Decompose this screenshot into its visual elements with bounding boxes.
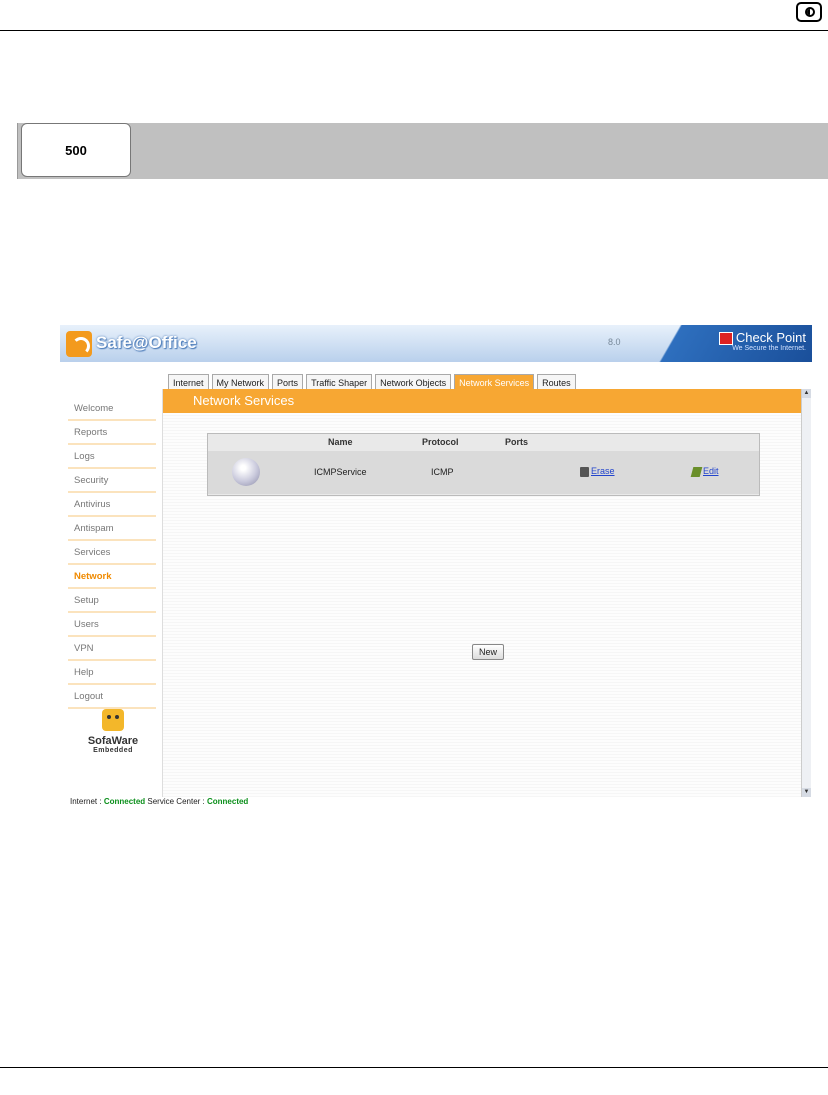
sidebar-item-network[interactable]: Network: [68, 567, 156, 589]
status-bar: Internet : Connected Service Center : Co…: [70, 797, 248, 806]
column-header-protocol: Protocol: [422, 437, 459, 447]
sidebar-item-setup[interactable]: Setup: [68, 591, 156, 613]
new-button[interactable]: New: [472, 644, 504, 660]
checkpoint-logo: Check Point We Secure the Internet.: [718, 330, 806, 353]
service-protocol: ICMP: [431, 467, 454, 477]
app-header: Safe@Office 8.0 Check Point We Secure th…: [60, 325, 812, 362]
internet-status-label: Internet :: [70, 797, 102, 806]
page-title: Network Services: [163, 389, 803, 413]
pencil-icon: [690, 466, 703, 477]
chapter-bar: 500: [17, 123, 828, 179]
edit-link[interactable]: Edit: [690, 466, 719, 477]
erase-link[interactable]: Erase: [580, 466, 615, 477]
scroll-down-icon[interactable]: ▼: [802, 788, 811, 797]
scrollbar[interactable]: ▲ ▼: [801, 389, 811, 797]
header-rule: [0, 30, 828, 31]
version-label: 8.0: [608, 337, 621, 347]
service-icon: [232, 458, 260, 486]
service-center-label: Service Center :: [147, 797, 205, 806]
checkpoint-tagline: We Secure the Internet.: [732, 345, 806, 353]
sidebar: Welcome Reports Logs Security Antivirus …: [68, 399, 156, 711]
service-center-value: Connected: [206, 797, 249, 806]
sofaware-mascot-icon: [102, 709, 124, 731]
sidebar-item-logout[interactable]: Logout: [68, 687, 156, 709]
sidebar-item-vpn[interactable]: VPN: [68, 639, 156, 661]
services-table: Name Protocol Ports ICMPService ICMP Era…: [207, 433, 760, 496]
safe-office-logo-icon: [66, 331, 92, 357]
column-header-ports: Ports: [505, 437, 529, 447]
checkpoint-brand: Check Point: [735, 330, 806, 345]
table-row: ICMPService ICMP Erase Edit: [208, 451, 759, 494]
sidebar-item-help[interactable]: Help: [68, 663, 156, 685]
erase-label: Erase: [591, 466, 615, 476]
sidebar-item-welcome[interactable]: Welcome: [68, 399, 156, 421]
screenshot-frame: Safe@Office 8.0 Check Point We Secure th…: [60, 325, 812, 810]
checkpoint-icon: [718, 332, 733, 346]
sidebar-item-services[interactable]: Services: [68, 543, 156, 565]
sidebar-item-security[interactable]: Security: [68, 471, 156, 493]
edit-label: Edit: [703, 466, 719, 476]
sidebar-item-logs[interactable]: Logs: [68, 447, 156, 469]
sofaware-logo: SofaWare Embedded: [78, 709, 148, 754]
sidebar-item-reports[interactable]: Reports: [68, 423, 156, 445]
internet-status-value: Connected: [103, 797, 146, 806]
column-header-name: Name: [328, 437, 353, 447]
manual-icon: [796, 2, 822, 22]
sofaware-name: SofaWare: [87, 735, 139, 747]
model-tab: 500: [21, 123, 131, 177]
sidebar-item-users[interactable]: Users: [68, 615, 156, 637]
sofaware-sub: Embedded: [93, 747, 133, 754]
service-name: ICMPService: [314, 467, 367, 477]
sidebar-item-antispam[interactable]: Antispam: [68, 519, 156, 541]
main-content: Network Services Name Protocol Ports ICM…: [162, 389, 803, 797]
scroll-up-icon[interactable]: ▲: [802, 389, 811, 398]
app-logo-text: Safe@Office: [96, 333, 197, 352]
footer-rule: [0, 1067, 828, 1068]
trash-icon: [580, 466, 589, 477]
sidebar-item-antivirus[interactable]: Antivirus: [68, 495, 156, 517]
